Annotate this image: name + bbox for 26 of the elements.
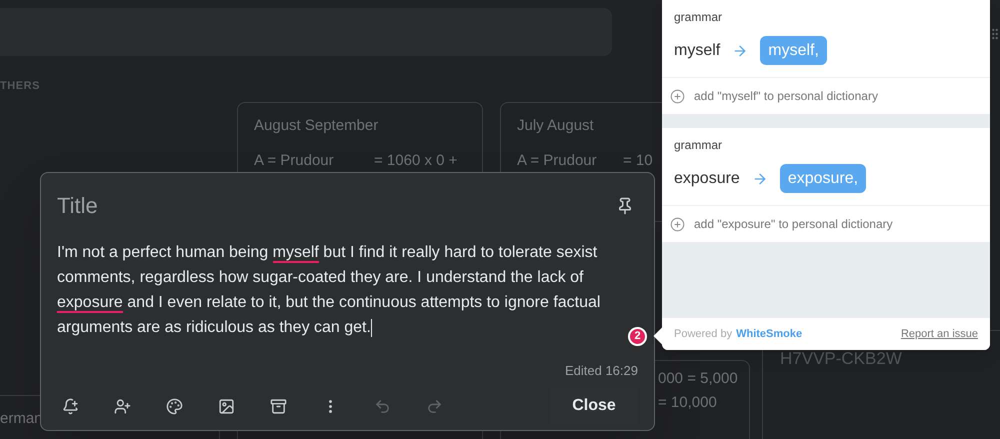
plus-circle-icon <box>670 216 685 232</box>
note-title: July August <box>517 116 595 136</box>
close-button[interactable]: Close <box>550 388 638 424</box>
note-text: = 10 <box>623 150 653 170</box>
note-text: A = Prudour <box>517 150 598 170</box>
flagged-word: myself <box>674 40 720 60</box>
replacement-chip[interactable]: exposure, <box>780 164 866 193</box>
note-text: = 1060 x 0 + <box>374 150 458 170</box>
category-label: grammar <box>674 137 724 154</box>
arrow-icon <box>752 170 768 186</box>
replacement-chip[interactable]: myself, <box>760 36 827 65</box>
note-text: = 10,000 <box>658 393 717 413</box>
note-text: 000 = 5,000 <box>658 369 738 389</box>
add-to-dictionary[interactable]: add "myself" to personal dictionary <box>662 78 990 114</box>
plus-circle-icon <box>670 88 685 104</box>
pin-icon[interactable] <box>616 196 634 214</box>
report-issue-link[interactable]: Report an issue <box>900 326 978 342</box>
note-text: A = Prudour <box>254 150 335 170</box>
flagged-word: exposure <box>674 168 740 188</box>
title-field[interactable]: Title <box>57 189 457 222</box>
add-to-dictionary[interactable]: add "exposure" to personal dictionary <box>662 206 990 242</box>
powered-by-text: Powered by <box>674 326 732 342</box>
edited-time: Edited 16:29 <box>564 362 639 380</box>
note-title: August September <box>254 116 380 136</box>
category-label: grammar <box>674 9 724 26</box>
brand-link[interactable]: WhiteSmoke <box>736 326 802 342</box>
